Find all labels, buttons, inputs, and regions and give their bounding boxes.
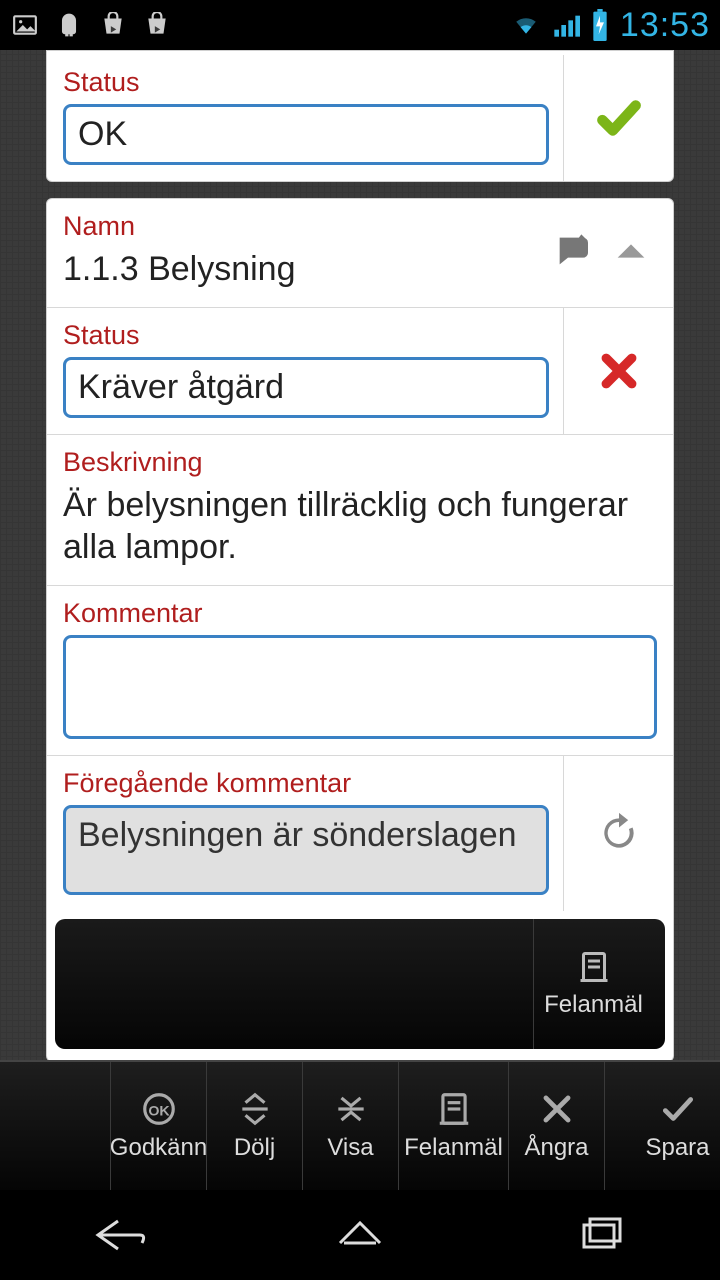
spara-button[interactable]: Spara: [604, 1062, 720, 1190]
desc-label: Beskrivning: [63, 447, 657, 478]
comment-section: Kommentar: [47, 585, 673, 755]
angra-button[interactable]: Ångra: [508, 1062, 604, 1190]
description-section: Beskrivning Är belysningen tillräcklig o…: [47, 434, 673, 585]
svg-text:OK: OK: [148, 1103, 170, 1119]
dolj-label: Dölj: [234, 1134, 275, 1162]
comment-input[interactable]: [63, 635, 657, 739]
prev-comment-value: Belysningen är sönderslagen: [63, 805, 549, 895]
prev-comment-label: Föregående kommentar: [63, 768, 549, 799]
back-button[interactable]: [90, 1211, 150, 1260]
report-icon: [576, 949, 612, 985]
inline-toolbar-wrap: Felanmäl: [47, 913, 673, 1061]
godkann-button[interactable]: OK Godkänn: [110, 1062, 206, 1190]
play-store-icon-2: [142, 12, 172, 38]
inspection-card-2: Namn 1.1.3 Belysning Status Kräver åtgär…: [46, 198, 674, 1060]
visa-button[interactable]: Visa: [302, 1062, 398, 1190]
android-status-bar: 13:53: [0, 0, 720, 50]
gallery-icon: [10, 12, 40, 38]
felanmal-button[interactable]: Felanmäl: [398, 1062, 508, 1190]
x-icon: [597, 349, 641, 393]
angra-label: Ångra: [524, 1134, 588, 1162]
inline-toolbar: Felanmäl: [55, 919, 665, 1049]
inspection-card-1: Status OK: [46, 50, 674, 182]
status-input[interactable]: OK: [63, 104, 549, 165]
expand-vertical-icon: [332, 1090, 370, 1128]
main-content: Status OK Namn 1.1.3 Belysning Status: [0, 50, 720, 1060]
bottom-toolbar: OK Godkänn Dölj Visa Felanmäl Ångra Spar…: [0, 1060, 720, 1190]
felanmal-label: Felanmäl: [404, 1134, 503, 1162]
home-button[interactable]: [330, 1211, 390, 1260]
recent-button[interactable]: [570, 1211, 630, 1260]
status-clock: 13:53: [620, 6, 710, 45]
ok-circle-icon: OK: [140, 1090, 178, 1128]
name-label: Namn: [63, 211, 553, 242]
inline-felanmal-label: Felanmäl: [544, 991, 643, 1019]
check-icon-2: [659, 1090, 697, 1128]
status-label-2: Status: [63, 320, 549, 351]
dolj-button[interactable]: Dölj: [206, 1062, 302, 1190]
play-store-icon: [98, 12, 128, 38]
edit-note-icon[interactable]: [553, 231, 593, 271]
android-icon: [54, 12, 84, 38]
battery-icon: [590, 9, 610, 41]
prev-comment-section: Föregående kommentar Belysningen är sönd…: [47, 755, 673, 913]
comment-label: Kommentar: [63, 598, 657, 629]
inline-felanmal-button[interactable]: Felanmäl: [533, 919, 653, 1049]
visa-label: Visa: [327, 1134, 373, 1162]
name-value: 1.1.3 Belysning: [63, 248, 553, 291]
home-icon: [330, 1211, 390, 1255]
signal-icon: [552, 11, 580, 39]
spara-label: Spara: [645, 1134, 709, 1162]
check-icon: [594, 93, 644, 143]
status-input-2[interactable]: Kräver åtgärd: [63, 357, 549, 418]
back-icon: [90, 1211, 150, 1255]
wifi-icon: [510, 12, 542, 38]
status-fail-indicator[interactable]: [563, 308, 673, 434]
status-label: Status: [63, 67, 549, 98]
collapse-vertical-icon: [236, 1090, 274, 1128]
card-header[interactable]: Namn 1.1.3 Belysning: [47, 199, 673, 307]
android-nav-bar: [0, 1190, 720, 1280]
collapse-icon[interactable]: [611, 231, 651, 271]
status-ok-indicator[interactable]: [563, 55, 673, 181]
godkann-label: Godkänn: [110, 1134, 207, 1162]
recent-icon: [570, 1211, 630, 1255]
prev-comment-refresh[interactable]: [563, 756, 673, 911]
x-icon-2: [538, 1090, 576, 1128]
desc-value: Är belysningen tillräcklig och fungerar …: [63, 484, 657, 569]
report-icon-2: [435, 1090, 473, 1128]
refresh-icon: [597, 811, 641, 855]
